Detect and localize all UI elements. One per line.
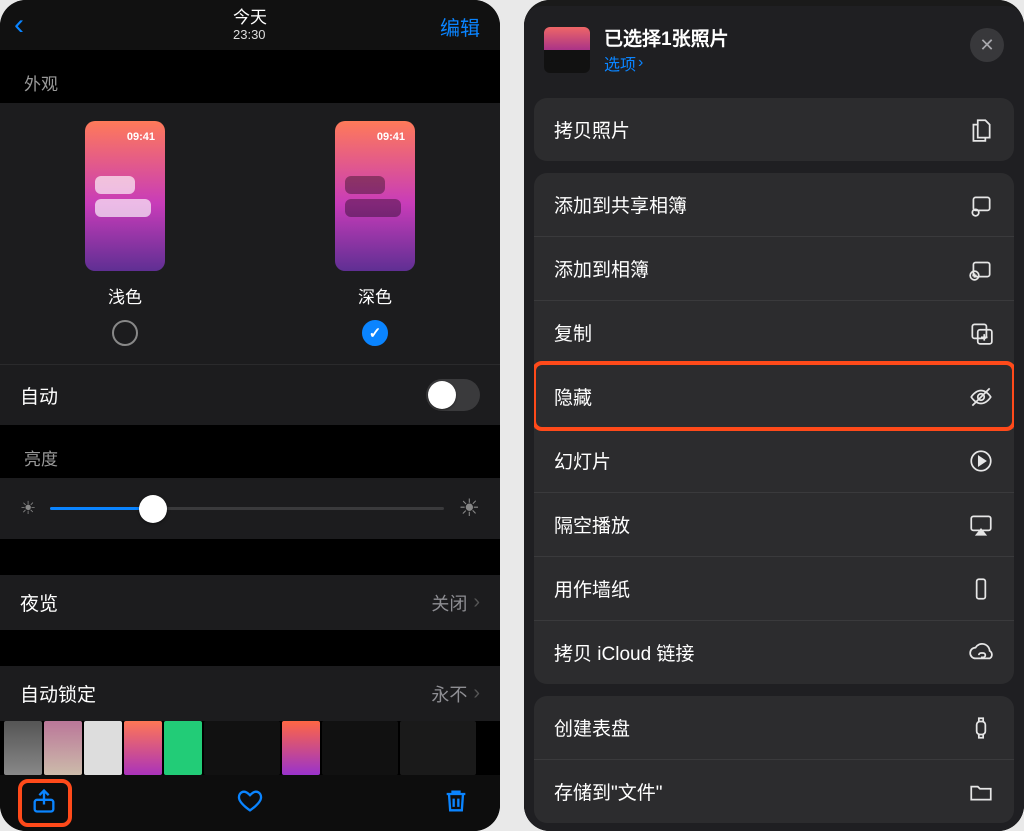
action-label: 复制 — [554, 319, 592, 346]
auto-label: 自动 — [20, 382, 58, 409]
nav-subtitle-time: 23:30 — [233, 27, 267, 42]
brightness-high-icon: ☀ — [458, 494, 480, 523]
action-add-album[interactable]: 添加到相簿 — [534, 236, 1014, 300]
eye-off-icon — [968, 384, 994, 410]
action-copy-photo[interactable]: 拷贝照片 — [534, 98, 1014, 161]
section-brightness-heading: 亮度 — [0, 425, 500, 478]
night-shift-label: 夜览 — [20, 589, 58, 616]
share-sheet-header: 已选择1张照片 选项› ✕ — [524, 6, 1024, 93]
photo-thumbnail-strip[interactable] — [0, 721, 500, 775]
action-label: 隔空播放 — [554, 511, 630, 538]
dark-mode-label: 深色 — [358, 283, 392, 308]
appearance-option-light[interactable]: 浅色 — [0, 121, 250, 346]
brightness-slider[interactable] — [50, 507, 444, 510]
action-airplay[interactable]: 隔空播放 — [534, 492, 1014, 556]
left-phone-display-settings: ‹ 今天 23:30 编辑 外观 浅色 深色 — [0, 0, 500, 831]
appearance-option-dark[interactable]: 深色 — [250, 121, 500, 346]
action-duplicate[interactable]: 复制 — [534, 300, 1014, 364]
light-mode-radio[interactable] — [112, 320, 138, 346]
action-label: 添加到相簿 — [554, 255, 649, 282]
play-circle-icon — [968, 448, 994, 474]
share-sheet-title: 已选择1张照片 — [604, 24, 729, 51]
action-label: 创建表盘 — [554, 714, 630, 741]
selected-photo-thumb — [544, 27, 590, 73]
album-add-icon — [968, 256, 994, 282]
action-group: 创建表盘存储到"文件" — [534, 696, 1014, 823]
phone-rect-icon — [968, 576, 994, 602]
action-label: 存储到"文件" — [554, 778, 663, 805]
duplicate-icon — [968, 320, 994, 346]
action-group: 拷贝照片 — [534, 98, 1014, 161]
brightness-slider-row: ☀ ☀ — [0, 478, 500, 539]
night-shift-cell[interactable]: 夜览 关闭 › — [0, 575, 500, 630]
section-appearance-heading: 外观 — [0, 50, 500, 103]
action-save-files[interactable]: 存储到"文件" — [534, 759, 1014, 823]
share-sheet-body[interactable]: 拷贝照片添加到共享相簿添加到相簿复制隐藏幻灯片隔空播放用作墙纸拷贝 iCloud… — [534, 98, 1014, 831]
screenshot-content: 外观 浅色 深色 自动 亮度 ☀ — [0, 50, 500, 721]
action-hide[interactable]: 隐藏 — [534, 364, 1014, 428]
action-label: 添加到共享相簿 — [554, 191, 687, 218]
chevron-right-icon: › — [473, 591, 480, 614]
action-add-shared[interactable]: 添加到共享相簿 — [534, 173, 1014, 236]
heart-icon — [236, 787, 264, 815]
action-label: 隐藏 — [554, 383, 592, 410]
action-slideshow[interactable]: 幻灯片 — [534, 428, 1014, 492]
photo-toolbar — [0, 775, 500, 831]
delete-button[interactable] — [442, 787, 470, 820]
back-chevron-icon[interactable]: ‹ — [14, 8, 24, 42]
action-label: 拷贝 iCloud 链接 — [554, 639, 694, 666]
share-sheet: 已选择1张照片 选项› ✕ 拷贝照片添加到共享相簿添加到相簿复制隐藏幻灯片隔空播… — [524, 6, 1024, 831]
action-watch-face[interactable]: 创建表盘 — [534, 696, 1014, 759]
action-label: 拷贝照片 — [554, 116, 630, 143]
action-label: 用作墙纸 — [554, 575, 630, 602]
appearance-picker: 浅色 深色 — [0, 103, 500, 364]
chevron-right-icon: › — [638, 54, 643, 72]
chevron-right-icon: › — [473, 682, 480, 705]
auto-lock-cell[interactable]: 自动锁定 永不 › — [0, 666, 500, 721]
auto-lock-value: 永不 — [431, 681, 467, 707]
close-icon: ✕ — [979, 35, 994, 56]
right-phone-share-sheet: 已选择1张照片 选项› ✕ 拷贝照片添加到共享相簿添加到相簿复制隐藏幻灯片隔空播… — [524, 0, 1024, 831]
photo-viewer-navbar: ‹ 今天 23:30 编辑 — [0, 0, 500, 50]
shared-album-icon — [968, 192, 994, 218]
dark-mode-radio[interactable] — [362, 320, 388, 346]
copy-doc-icon — [968, 117, 994, 143]
auto-lock-label: 自动锁定 — [20, 680, 96, 707]
folder-icon — [968, 779, 994, 805]
share-icon — [30, 787, 58, 815]
light-mode-thumb — [85, 121, 165, 271]
favorite-button[interactable] — [236, 787, 264, 820]
action-group: 添加到共享相簿添加到相簿复制隐藏幻灯片隔空播放用作墙纸拷贝 iCloud 链接 — [534, 173, 1014, 684]
action-label: 幻灯片 — [554, 447, 611, 474]
share-sheet-options-link[interactable]: 选项› — [604, 51, 643, 75]
brightness-low-icon: ☀ — [20, 498, 36, 519]
share-button[interactable] — [30, 787, 58, 820]
airplay-icon — [968, 512, 994, 538]
nav-title: 今天 — [233, 8, 267, 28]
trash-icon — [442, 787, 470, 815]
close-button[interactable]: ✕ — [970, 28, 1004, 62]
auto-toggle[interactable] — [426, 379, 480, 411]
edit-button[interactable]: 编辑 — [440, 12, 480, 41]
action-wallpaper[interactable]: 用作墙纸 — [534, 556, 1014, 620]
watch-icon — [968, 715, 994, 741]
dark-mode-thumb — [335, 121, 415, 271]
cloud-link-icon — [968, 640, 994, 666]
action-icloud-link[interactable]: 拷贝 iCloud 链接 — [534, 620, 1014, 684]
night-shift-value: 关闭 — [431, 590, 467, 616]
light-mode-label: 浅色 — [108, 283, 142, 308]
auto-appearance-cell: 自动 — [0, 364, 500, 425]
